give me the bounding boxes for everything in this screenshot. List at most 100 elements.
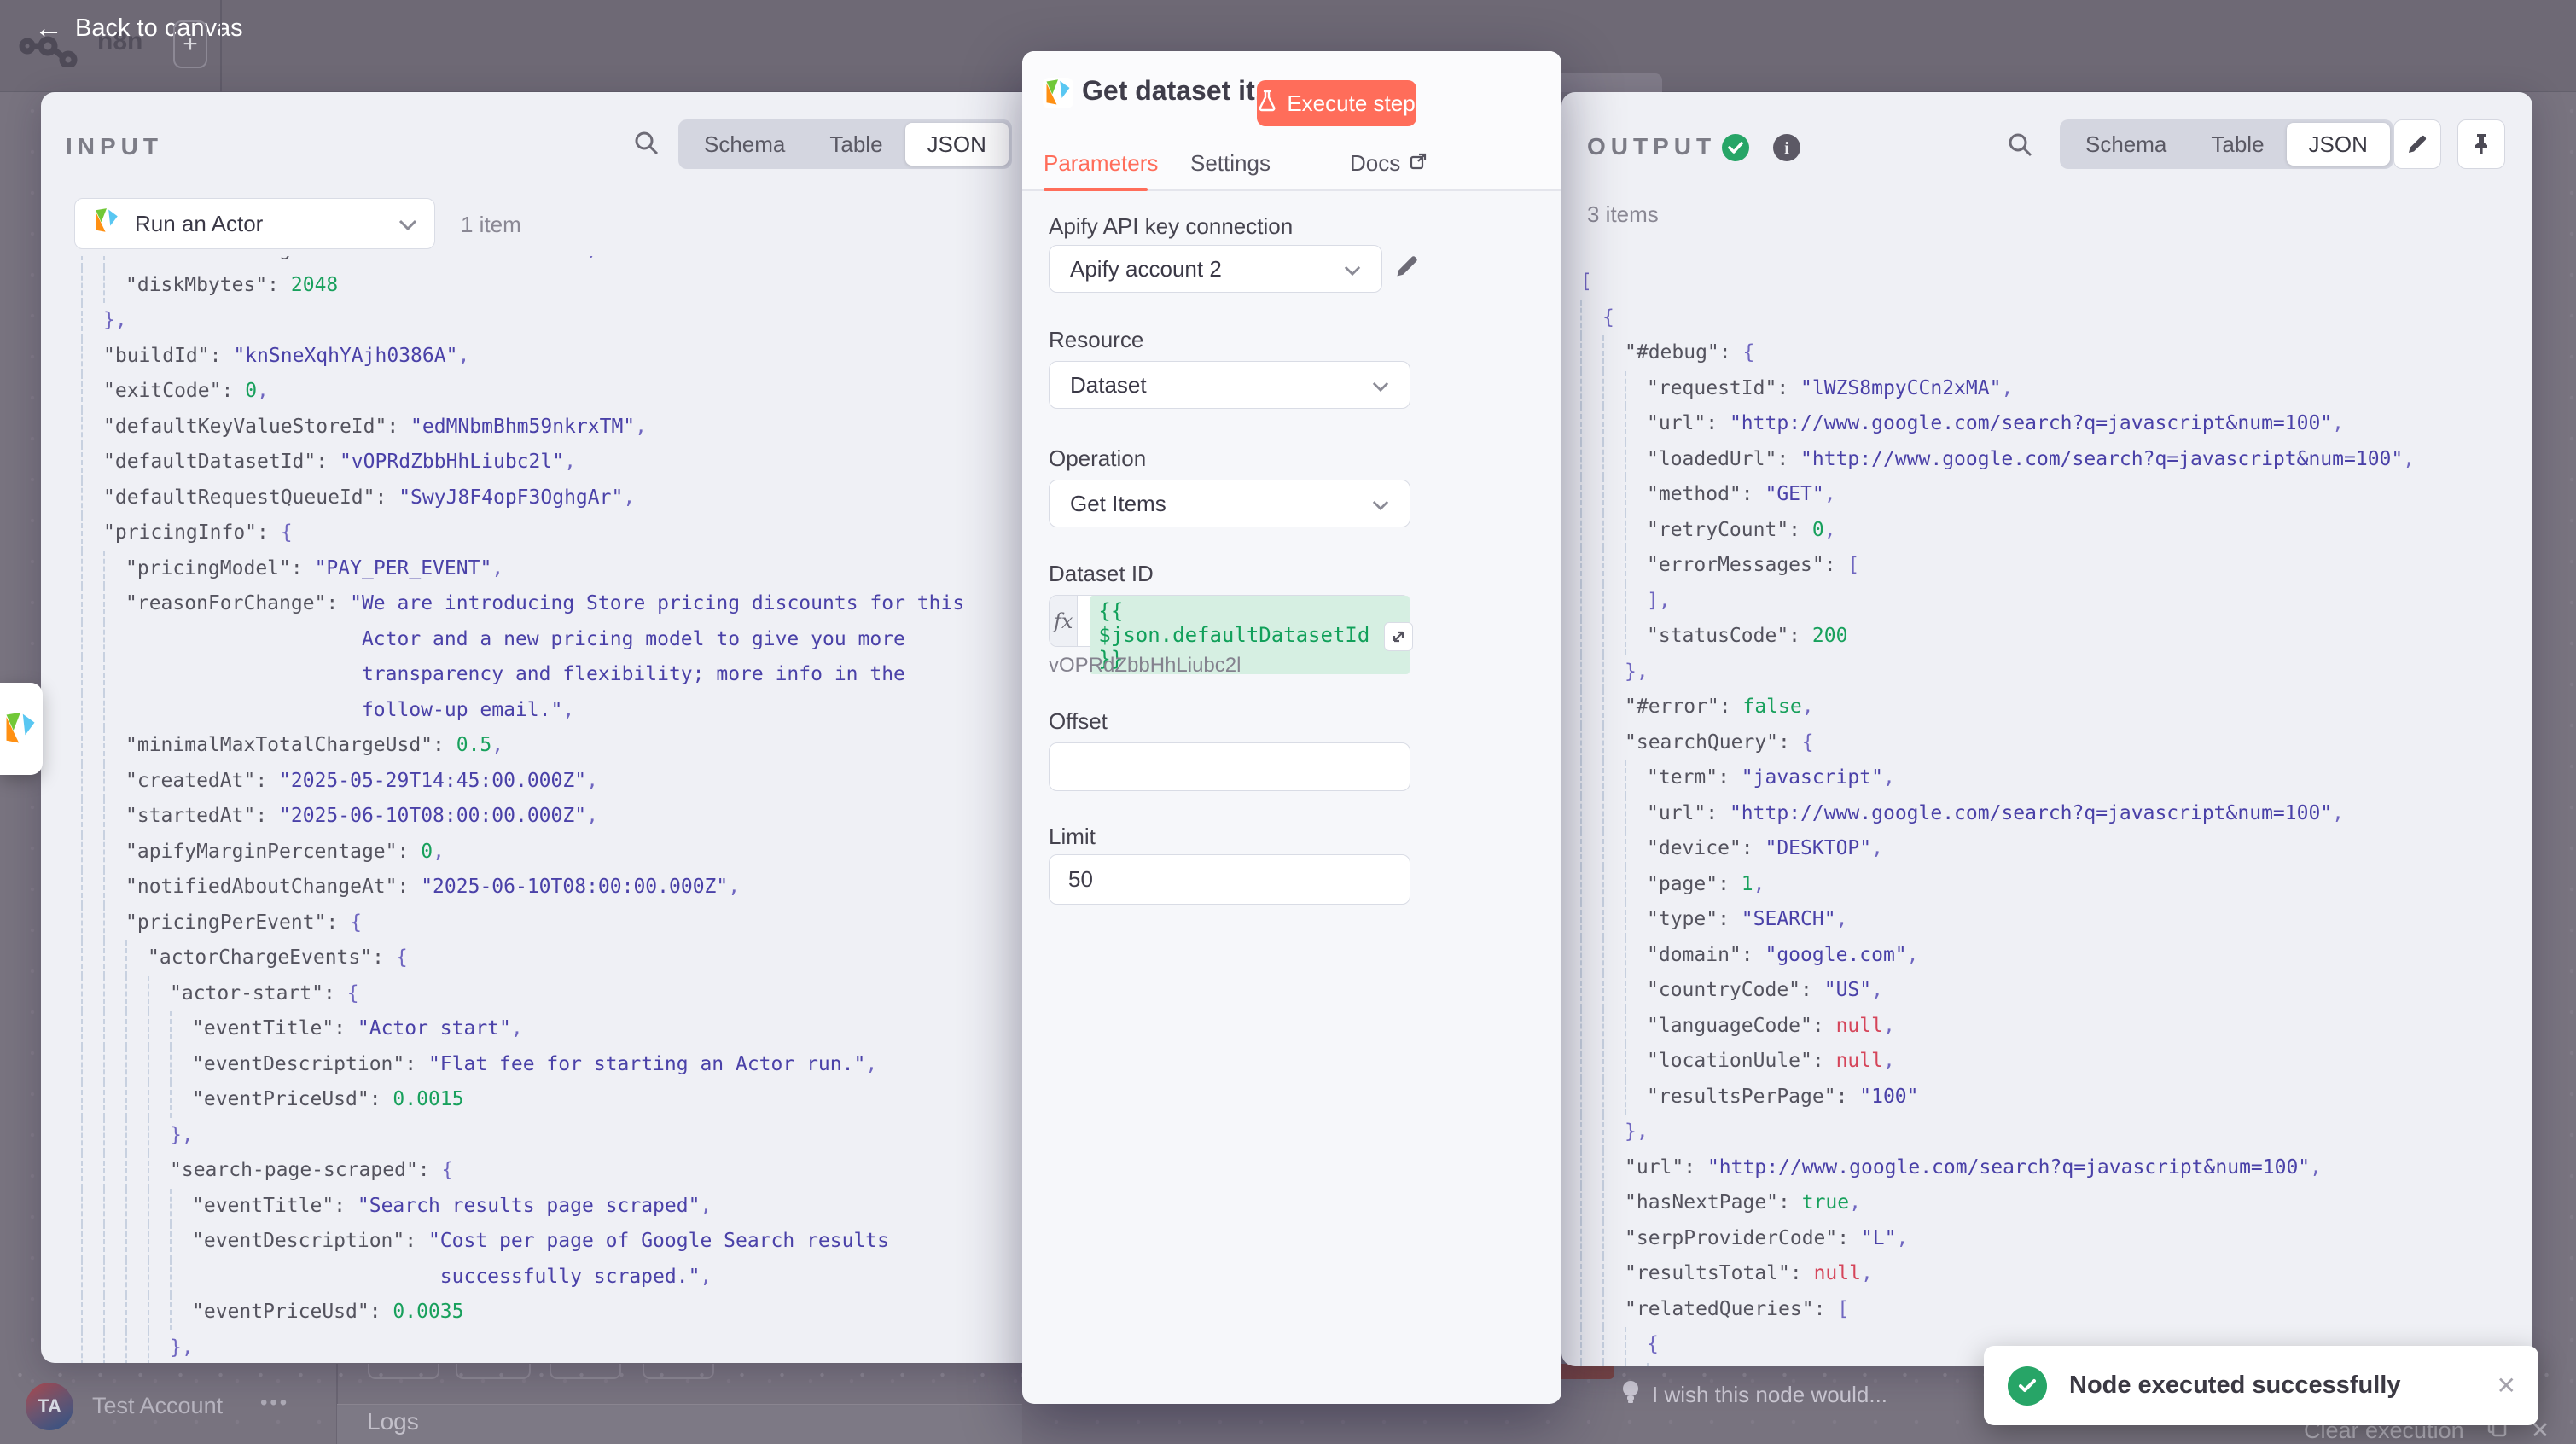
output-view-switcher: Schema Table JSON (2060, 119, 2393, 169)
tab-table[interactable]: Table (807, 123, 904, 166)
json-code-line: "loadedUrl": "http://www.google.com/sear… (1561, 442, 2517, 478)
edit-credential-icon[interactable] (1394, 253, 1420, 283)
json-code-line: "relatedQueries": [ (1561, 1292, 2517, 1328)
chevron-down-icon (1372, 372, 1389, 399)
tab-schema[interactable]: Schema (2063, 123, 2189, 166)
json-code-line: "pricingModel": "PAY_PER_EVENT", (41, 551, 1022, 587)
json-code-line: "defaultKeyValueStoreId": "edMNbmBhm59nk… (41, 410, 1022, 445)
json-code-line: }, (1561, 1115, 2517, 1150)
dataset-id-expression-input[interactable]: fx {{ $json.defaultDatasetId }} (1049, 595, 1410, 647)
json-code-line: "actorChargeEvents": { (41, 940, 1022, 976)
json-code-line: }, (41, 1118, 1022, 1154)
json-code-line: }, (41, 1330, 1022, 1364)
json-code-line: "search-page-scraped": { (41, 1153, 1022, 1189)
tab-docs[interactable]: Docs (1350, 150, 1428, 177)
avatar[interactable]: TA (26, 1383, 73, 1430)
json-code-line: "defaultRequestQueueId": "SwyJ8F4opF3Ogh… (41, 480, 1022, 516)
canvas-toolbar-button (550, 1364, 621, 1379)
modal-tab-bar: Parameters Settings Docs (1022, 145, 1561, 191)
json-code-line: "url": "http://www.google.com/search?q=j… (1561, 796, 2517, 832)
json-code-line: [ (1561, 265, 2517, 300)
json-code-line: "eventPriceUsd": 0.0035 (41, 1295, 1022, 1330)
account-name[interactable]: Test Account (92, 1393, 223, 1419)
json-code-line: "maxTotalChargeUsd": 55.787612996996996, (41, 256, 1022, 268)
json-code-line: "pricingInfo": { (41, 515, 1022, 551)
ndv-node-side-tab[interactable] (0, 683, 43, 775)
input-items-count: 1 item (461, 212, 521, 238)
json-code-line: "domain": "google.com", (1561, 938, 2517, 974)
output-json-view[interactable]: [{"#debug": {"requestId": "lWZS8mpyCCn2x… (1561, 256, 2517, 1366)
offset-input[interactable] (1049, 742, 1410, 791)
logs-panel-edge (337, 1404, 1022, 1444)
json-code-line: successfully scraped.", (41, 1260, 1022, 1296)
node-title[interactable]: Get dataset it... (1082, 75, 1277, 107)
json-code-line: "diskMbytes": 2048 (41, 268, 1022, 304)
resource-select[interactable]: Dataset (1049, 361, 1410, 409)
json-code-line: "url": "http://www.google.com/search?q=j… (1561, 406, 2517, 442)
json-code-line: "errorMessages": [ (1561, 548, 2517, 584)
json-code-line: follow-up email.", (41, 693, 1022, 729)
pin-data-button[interactable] (2457, 119, 2505, 169)
connection-select[interactable]: Apify account 2 (1049, 245, 1382, 293)
logs-label[interactable]: Logs (367, 1408, 419, 1435)
node-feedback-bar[interactable]: I wish this node would... (1619, 1379, 1887, 1411)
json-code-line: "statusCode": 200 (1561, 619, 2517, 655)
operation-select[interactable]: Get Items (1049, 480, 1410, 527)
json-code-line: "notifiedAboutChangeAt": "2025-06-10T08:… (41, 870, 1022, 905)
json-code-line: "term": "javascript", (1561, 760, 2517, 796)
search-icon[interactable] (633, 130, 660, 161)
account-menu-dots[interactable]: ••• (260, 1391, 289, 1415)
connection-label: Apify API key connection (1049, 213, 1293, 240)
canvas-toolbar-button (643, 1364, 714, 1379)
output-panel: OUTPUT i Schema Table JSON 3 items [{"#d… (1561, 92, 2532, 1366)
json-code-line: }, (1561, 655, 2517, 690)
chevron-down-icon (1344, 256, 1361, 282)
svg-text:i: i (1784, 139, 1789, 158)
tab-table[interactable]: Table (2189, 123, 2286, 166)
json-code-line: }, (41, 303, 1022, 339)
input-json-view[interactable]: "maxTotalChargeUsd": 55.787612996996996,… (41, 256, 1022, 1363)
json-code-line: "#error": false, (1561, 690, 2517, 725)
json-code-line: "exitCode": 0, (41, 374, 1022, 410)
toast-success: Node executed successfully ✕ (1984, 1346, 2538, 1425)
close-icon[interactable]: ✕ (2497, 1371, 2516, 1400)
input-panel-title: INPUT (66, 133, 163, 160)
expand-expression-icon[interactable] (1384, 622, 1413, 651)
info-icon[interactable]: i (1773, 134, 1800, 166)
json-code-line: "url": "http://www.google.com/search?q=j… (1561, 1150, 2517, 1186)
tab-separator (220, 0, 222, 92)
json-code-line: "retryCount": 0, (1561, 513, 2517, 549)
canvas-toolbar-button (456, 1364, 531, 1379)
json-code-line: ], (1561, 584, 2517, 620)
chevron-down-icon (398, 211, 417, 237)
tab-json[interactable]: JSON (2287, 123, 2390, 166)
limit-input[interactable]: 50 (1049, 854, 1410, 905)
json-code-line: "eventTitle": "Search results page scrap… (41, 1189, 1022, 1225)
input-source-label: Run an Actor (135, 211, 385, 237)
add-tab-button[interactable]: + (173, 20, 207, 68)
output-items-count: 3 items (1587, 201, 1659, 228)
execute-step-button[interactable]: Execute step (1257, 80, 1416, 126)
json-code-line: "requestId": "lWZS8mpyCCn2xMA", (1561, 371, 2517, 407)
output-panel-title: OUTPUT (1587, 133, 1716, 160)
tab-parameters[interactable]: Parameters (1044, 150, 1158, 177)
json-code-line: "languageCode": null, (1561, 1009, 2517, 1045)
json-code-line: { (1561, 300, 2517, 336)
json-code-line: "startedAt": "2025-06-10T08:00:00.000Z", (41, 799, 1022, 835)
search-icon[interactable] (2007, 131, 2034, 163)
expression-resolved-value: vOPRdZbbHhLiubc2l (1049, 654, 1241, 678)
active-tab-underline (1044, 188, 1148, 191)
input-source-select[interactable]: Run an Actor (74, 198, 435, 249)
json-code-line: "pricingPerEvent": { (41, 905, 1022, 941)
json-code-line: "resultsTotal": null, (1561, 1256, 2517, 1292)
tab-json[interactable]: JSON (905, 123, 1009, 166)
node-settings-modal: Get dataset it... Execute step Parameter… (1022, 51, 1561, 1404)
success-check-icon (1722, 134, 1749, 166)
back-arrow-icon: ← (34, 14, 63, 43)
edit-output-button[interactable] (2393, 119, 2441, 169)
json-code-line: transparency and flexibility; more info … (41, 657, 1022, 693)
back-to-canvas-button[interactable]: ← Back to canvas (34, 14, 243, 43)
tab-settings[interactable]: Settings (1190, 150, 1271, 177)
tab-schema[interactable]: Schema (682, 123, 807, 166)
json-code-line: "defaultDatasetId": "vOPRdZbbHhLiubc2l", (41, 445, 1022, 480)
